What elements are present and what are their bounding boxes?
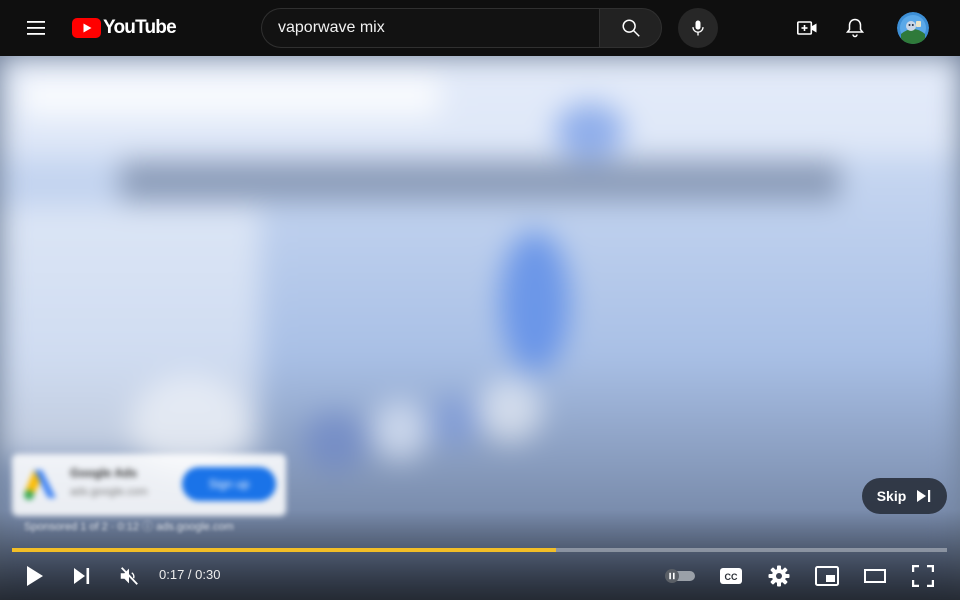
time-display: 0:17 / 0:30 [159,567,221,582]
voice-search-button[interactable] [678,8,718,48]
progress-bar[interactable] [12,548,947,552]
settings-gear-icon [768,565,790,587]
settings-button[interactable] [761,558,797,594]
logo-text: YouTube [103,17,177,38]
bell-icon [845,18,865,38]
youtube-play-logo-icon [72,18,101,38]
ad-cta-button[interactable]: Sign up [182,467,276,501]
next-icon [74,568,90,584]
miniplayer-button[interactable] [809,558,845,594]
ad-sponsored-info: Sponsored 1 of 2 · 0:12 ⓘ ads.google.com [24,521,234,533]
captions-button[interactable]: CC [713,558,749,594]
search-button[interactable] [599,8,662,48]
video-player[interactable]: Google Ads ads.google.com Sign up Sponso… [0,56,960,600]
autoplay-toggle[interactable] [660,558,700,594]
create-video-icon [796,21,817,35]
menu-button[interactable] [16,8,56,48]
play-icon [27,566,43,586]
hamburger-menu-icon [27,21,45,35]
autoplay-toggle-icon [665,569,695,583]
create-button[interactable] [787,8,827,48]
captions-icon: CC [720,568,742,584]
skip-next-icon [917,490,931,502]
skip-ad-button[interactable]: Skip [862,478,947,514]
miniplayer-icon [815,566,839,586]
svg-text:CC: CC [725,572,738,582]
theater-mode-button[interactable] [857,558,893,594]
ad-advertiser-name: Google Ads [70,466,137,480]
microphone-icon [692,20,704,36]
next-button[interactable] [64,558,100,594]
search-icon [621,19,640,37]
mute-button[interactable] [111,558,147,594]
search-input[interactable]: vaporwave mix [261,8,599,48]
user-avatar[interactable] [897,12,929,44]
fullscreen-button[interactable] [905,558,941,594]
skip-label: Skip [876,488,907,504]
youtube-logo[interactable]: YouTube [72,16,177,40]
avatar-image [897,12,929,44]
fullscreen-icon [912,565,934,587]
ad-domain: ads.google.com [70,486,148,498]
notifications-button[interactable] [835,8,875,48]
volume-muted-icon [120,567,138,585]
play-button[interactable] [17,558,53,594]
google-ads-logo-icon [24,470,56,500]
progress-bar-played [12,548,557,552]
masthead: YouTube vaporwave mix [0,0,960,56]
search-bar: vaporwave mix [261,8,662,48]
ad-card[interactable]: Google Ads ads.google.com Sign up [12,454,286,516]
theater-mode-icon [864,569,886,583]
